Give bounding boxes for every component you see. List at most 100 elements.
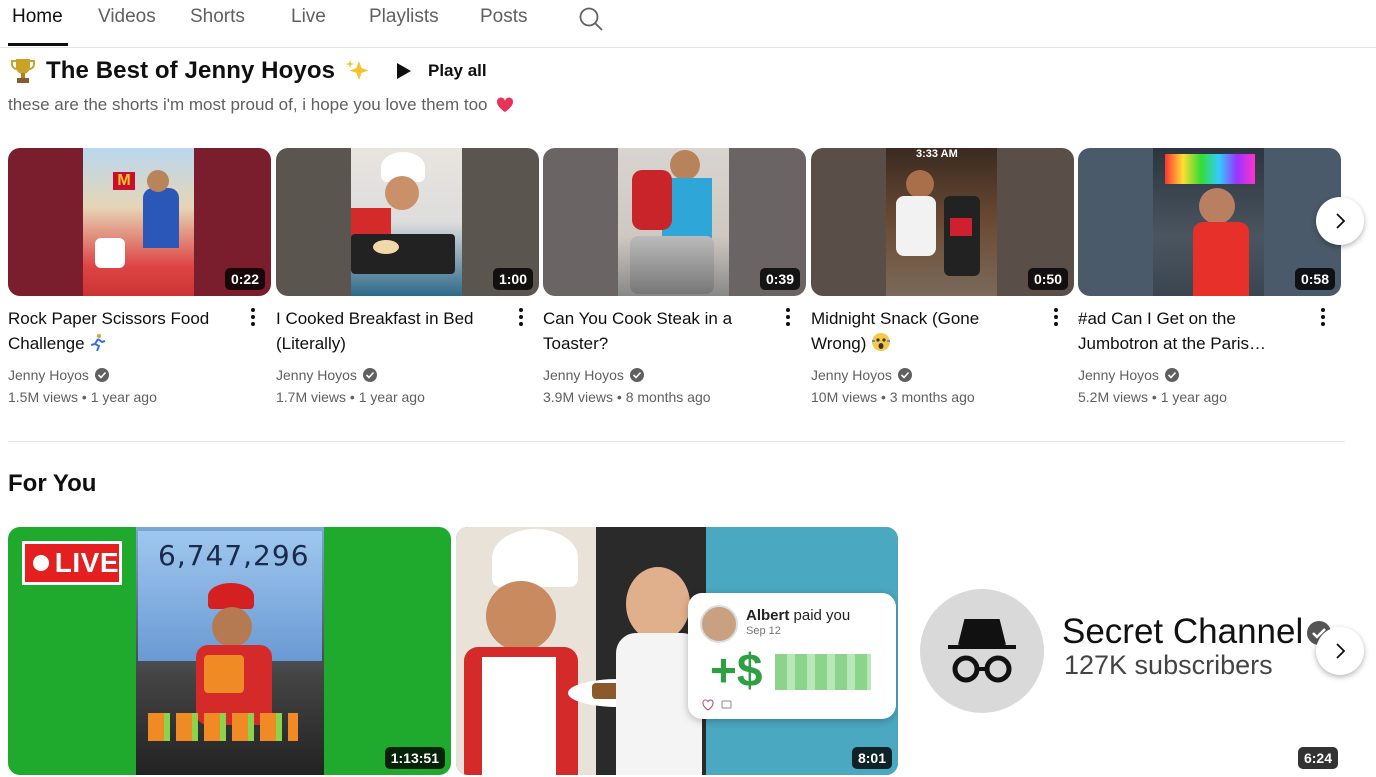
short-card: 0:39 Can You Cook Steak in a Toaster? Je… — [543, 148, 806, 418]
video-meta: 1.7M views • 1 year ago — [276, 389, 425, 405]
duration-badge: 0:22 — [224, 268, 265, 290]
short-title[interactable]: I Cooked Breakfast in Bed (Literally) — [276, 306, 504, 356]
channel-link[interactable]: Jenny Hoyos — [543, 367, 644, 383]
short-title-line: Toaster? — [543, 334, 609, 353]
incognito-avatar-icon — [920, 589, 1044, 713]
for-you-next-button[interactable] — [1316, 627, 1364, 675]
short-title[interactable]: #ad Can I Get on the Jumbotron at the Pa… — [1078, 306, 1306, 356]
short-thumbnail[interactable]: M 0:22 — [8, 148, 271, 296]
verified-icon — [629, 368, 644, 382]
channel-name: Jenny Hoyos — [543, 367, 624, 383]
more-options-icon[interactable] — [246, 306, 260, 328]
duration-badge: 0:50 — [1027, 268, 1068, 290]
video-meta: 5.2M views • 1 year ago — [1078, 389, 1227, 405]
tab-active-indicator — [8, 43, 68, 46]
short-card: 1:00 I Cooked Breakfast in Bed (Literall… — [276, 148, 539, 418]
play-all-button[interactable]: Play all — [392, 56, 487, 86]
tab-posts[interactable]: Posts — [480, 6, 528, 46]
short-title[interactable]: Can You Cook Steak in a Toaster? — [543, 306, 771, 356]
chevron-right-icon — [1336, 213, 1346, 229]
avatar — [700, 605, 738, 643]
short-title[interactable]: Midnight Snack (Gone Wrong) — [811, 306, 1039, 356]
video-meta: 3.9M views • 8 months ago — [543, 389, 711, 405]
play-icon — [397, 63, 411, 79]
short-title-line: Can You Cook Steak in a — [543, 309, 733, 328]
channel-name: Jenny Hoyos — [276, 367, 357, 383]
duration-badge: 1:00 — [492, 268, 533, 290]
timestamp-overlay: 3:33 AM — [916, 148, 958, 160]
short-title-line: (Literally) — [276, 334, 346, 353]
duration-badge: 6:24 — [1297, 747, 1338, 769]
verified-icon — [1164, 368, 1179, 382]
blurred-amount — [775, 654, 872, 690]
live-badge: LIVE — [22, 541, 122, 585]
duration-badge: 1:13:51 — [384, 747, 445, 769]
short-card: 0:58 #ad Can I Get on the Jumbotron at t… — [1078, 148, 1341, 418]
payment-text: Albert paid you — [746, 607, 850, 624]
shelf-header: The Best of Jenny Hoyos — [10, 54, 371, 88]
short-title-line: Challenge — [8, 334, 85, 353]
for-you-title: For You — [8, 470, 97, 497]
short-title-line: #ad Can I Get on the — [1078, 309, 1236, 328]
more-options-icon[interactable] — [514, 306, 528, 328]
short-title-line: Jumbotron at the Paris… — [1078, 334, 1267, 353]
short-thumbnail[interactable]: 3:33 AM 0:50 — [811, 148, 1074, 296]
channel-name: Jenny Hoyos — [8, 367, 89, 383]
shorts-next-button[interactable] — [1316, 197, 1364, 245]
channel-name: Jenny Hoyos — [811, 367, 892, 383]
verified-icon — [94, 368, 109, 382]
short-thumbnail[interactable]: 1:00 — [276, 148, 539, 296]
channel-tabs: Home Videos Shorts Live Playlists Posts — [0, 0, 1376, 48]
live-label: LIVE — [54, 547, 119, 578]
payment-amount-prefix: +$ — [710, 644, 763, 696]
video-thumbnail-live[interactable]: 6,747,296 LIVE 1:13:51 — [8, 527, 451, 775]
search-icon[interactable] — [578, 6, 604, 32]
verified-icon — [362, 368, 377, 382]
payment-action: paid you — [793, 607, 851, 624]
section-divider — [8, 441, 1345, 442]
more-options-icon[interactable] — [1316, 306, 1330, 328]
shelf-title: The Best of Jenny Hoyos — [46, 57, 336, 84]
short-card: M 0:22 Rock Paper Scissors Food Challeng… — [8, 148, 271, 418]
video-thumbnail[interactable]: Albert paid you Sep 12 +$ 8:01 — [456, 527, 898, 775]
short-thumbnail[interactable]: 0:58 — [1078, 148, 1341, 296]
heart-icon — [496, 97, 513, 112]
trophy-icon — [11, 59, 35, 83]
payment-card: Albert paid you Sep 12 +$ — [688, 593, 896, 719]
short-title-line: Rock Paper Scissors Food — [8, 309, 210, 328]
shelf-description-text: these are the shorts i'm most proud of, … — [8, 95, 488, 114]
channel-link[interactable]: Jenny Hoyos — [276, 367, 377, 383]
duration-badge: 0:58 — [1294, 268, 1335, 290]
secret-channel-name: Secret Channel — [1062, 612, 1304, 651]
like-comment-icons — [702, 699, 732, 711]
screaming-face-icon — [872, 333, 891, 351]
play-all-label: Play all — [428, 61, 487, 80]
payment-date: Sep 12 — [746, 625, 781, 637]
more-options-icon[interactable] — [1049, 306, 1063, 328]
tab-videos[interactable]: Videos — [98, 6, 156, 46]
channel-link[interactable]: Jenny Hoyos — [1078, 367, 1179, 383]
short-thumbnail[interactable]: 0:39 — [543, 148, 806, 296]
duration-badge: 0:39 — [759, 268, 800, 290]
channel-name: Jenny Hoyos — [1078, 367, 1159, 383]
live-counter: 6,747,296 — [158, 539, 310, 572]
shelf-description: these are the shorts i'm most proud of, … — [8, 95, 514, 115]
tab-home[interactable]: Home — [12, 6, 63, 46]
more-options-icon[interactable] — [781, 306, 795, 328]
verified-icon — [897, 368, 912, 382]
channel-link[interactable]: Jenny Hoyos — [8, 367, 109, 383]
channel-link[interactable]: Jenny Hoyos — [811, 367, 912, 383]
short-title-line: Wrong) — [811, 334, 867, 353]
live-dot-icon — [33, 555, 49, 571]
payer-name: Albert — [746, 607, 790, 624]
running-person-icon — [91, 334, 106, 352]
tab-shorts[interactable]: Shorts — [190, 6, 245, 46]
short-title-line: I Cooked Breakfast in Bed — [276, 309, 474, 328]
duration-badge: 8:01 — [851, 747, 892, 769]
tab-live[interactable]: Live — [291, 6, 326, 46]
short-title[interactable]: Rock Paper Scissors Food Challenge — [8, 306, 236, 356]
secret-channel-subscribers: 127K subscribers — [1064, 650, 1273, 680]
tab-playlists[interactable]: Playlists — [369, 6, 439, 46]
chevron-right-icon — [1336, 643, 1346, 659]
sparkles-icon — [346, 60, 369, 80]
